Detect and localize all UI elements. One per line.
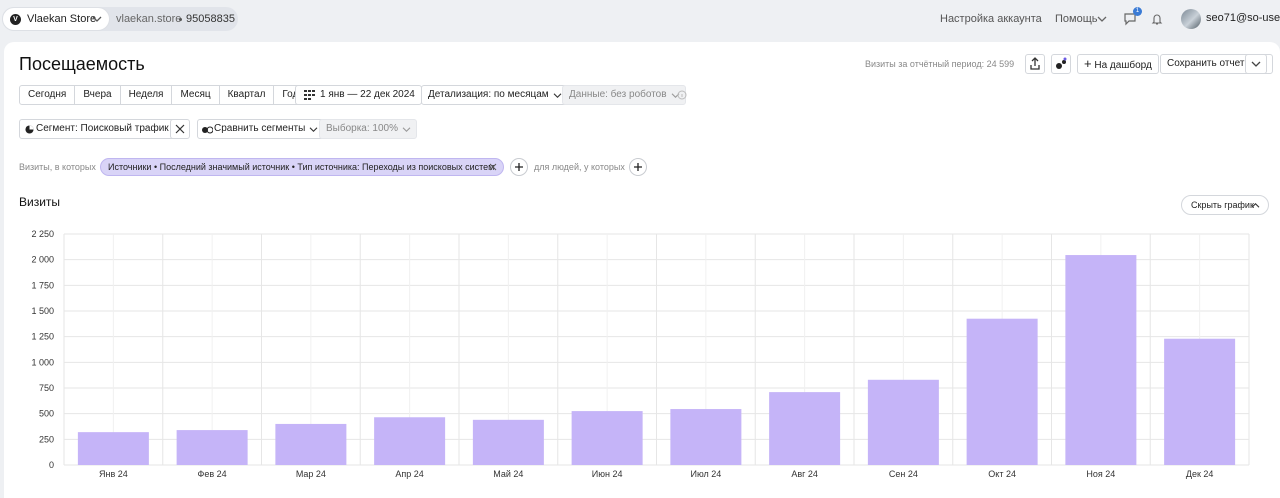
x-tick-label: Ноя 24	[1086, 469, 1115, 479]
x-tick-label: Апр 24	[395, 469, 423, 479]
y-tick-label: 1 750	[31, 280, 54, 290]
y-tick-label: 250	[39, 434, 54, 444]
x-tick-label: Фев 24	[198, 469, 227, 479]
x-tick-label: Авг 24	[791, 469, 818, 479]
bar	[275, 423, 347, 465]
x-tick-label: Июн 24	[592, 469, 623, 479]
x-tick-label: Май 24	[493, 469, 523, 479]
bar	[867, 379, 939, 465]
bar	[769, 392, 841, 465]
x-tick-label: Сен 24	[889, 469, 918, 479]
bar	[176, 430, 248, 465]
y-tick-label: 1 000	[31, 357, 54, 367]
x-tick-label: Июл 24	[690, 469, 721, 479]
bar	[1065, 255, 1137, 465]
y-tick-label: 1 250	[31, 332, 54, 342]
x-tick-label: Янв 24	[99, 469, 128, 479]
bar	[966, 318, 1038, 465]
y-tick-label: 750	[39, 383, 54, 393]
x-tick-label: Окт 24	[988, 469, 1016, 479]
x-tick-label: Мар 24	[296, 469, 326, 479]
bar	[472, 419, 544, 465]
x-tick-label: Дек 24	[1186, 469, 1214, 479]
y-tick-label: 1 500	[31, 306, 54, 316]
bar	[571, 411, 643, 465]
bar	[1164, 338, 1236, 465]
bar	[374, 417, 446, 465]
bar	[77, 432, 149, 465]
y-tick-label: 0	[49, 460, 54, 470]
y-tick-label: 2 000	[31, 255, 54, 265]
y-tick-label: 500	[39, 409, 54, 419]
bar	[670, 409, 742, 465]
y-tick-label: 2 250	[31, 229, 54, 239]
visits-bar-chart: 0 250 500 750 1 000 1 250 1 500 1 750 2 000 2 250…	[31, 229, 1250, 479]
